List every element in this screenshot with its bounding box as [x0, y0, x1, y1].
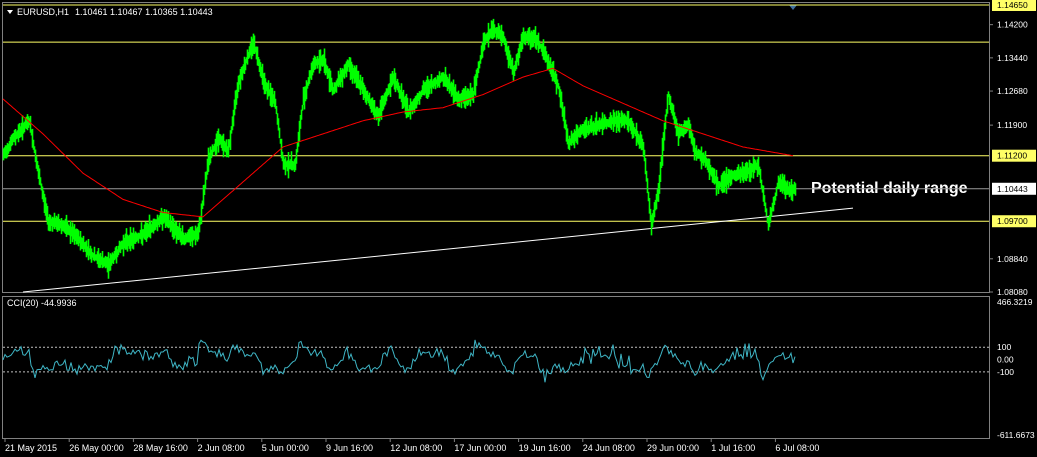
cci-tick-label: -611.6673	[997, 430, 1035, 440]
price-tick-label: 1.08080	[997, 287, 1028, 297]
time-tick-label: 21 May 2015	[5, 443, 57, 453]
trendline[interactable]	[22, 207, 854, 293]
time-tick-label: 9 Jun 16:00	[326, 443, 373, 453]
price-series	[2, 18, 797, 279]
time-tick-label: 19 Jun 16:00	[519, 443, 571, 453]
cci-tick-label: 466.3219	[997, 297, 1033, 307]
symbol-label: EURUSD,H1	[17, 7, 69, 17]
cci-label: CCI(20) -44.9936	[7, 298, 77, 308]
time-tick-label: 24 Jun 08:00	[583, 443, 635, 453]
price-tick-label: 1.13440	[997, 53, 1028, 63]
price-panel-frame	[2, 2, 990, 293]
time-tick-label: 26 May 00:00	[69, 443, 124, 453]
cci-tick-label: 0.00	[997, 355, 1014, 365]
price-tick-label: 1.10443	[997, 184, 1028, 194]
time-tick-label: 28 May 16:00	[133, 443, 188, 453]
time-tick-label: 12 Jun 08:00	[390, 443, 442, 453]
price-tick-label: 1.08840	[997, 254, 1028, 264]
time-tick-label: 6 Jul 08:00	[775, 443, 819, 453]
price-tick-label: 1.09700	[997, 216, 1028, 226]
time-tick-label: 29 Jun 00:00	[647, 443, 699, 453]
cci-tick-label: 100	[997, 342, 1011, 352]
price-tick-label: 1.11200	[997, 151, 1027, 161]
price-tick-label: 1.14200	[997, 20, 1028, 30]
chart-window[interactable]: EURUSD,H1 1.10461 1.10467 1.10365 1.1044…	[0, 0, 1037, 457]
time-tick-label: 1 Jul 16:00	[711, 443, 755, 453]
time-tick-label: 2 Jun 08:00	[198, 443, 245, 453]
time-tick-label: 17 Jun 00:00	[454, 443, 506, 453]
cci-tick-label: -100	[997, 367, 1014, 377]
cci-line	[2, 339, 796, 383]
price-tick-label: 1.11900	[997, 120, 1027, 130]
price-tick-label: 1.12680	[997, 86, 1028, 96]
time-tick-label: 5 Jun 00:00	[262, 443, 309, 453]
cci-panel-frame	[2, 296, 990, 439]
ohlc-label: 1.10461 1.10467 1.10365 1.10443	[75, 7, 213, 17]
shift-marker-icon[interactable]	[789, 5, 797, 10]
price-tick-label: 1.14650	[997, 0, 1028, 10]
collapse-triangle-icon[interactable]	[7, 10, 13, 14]
